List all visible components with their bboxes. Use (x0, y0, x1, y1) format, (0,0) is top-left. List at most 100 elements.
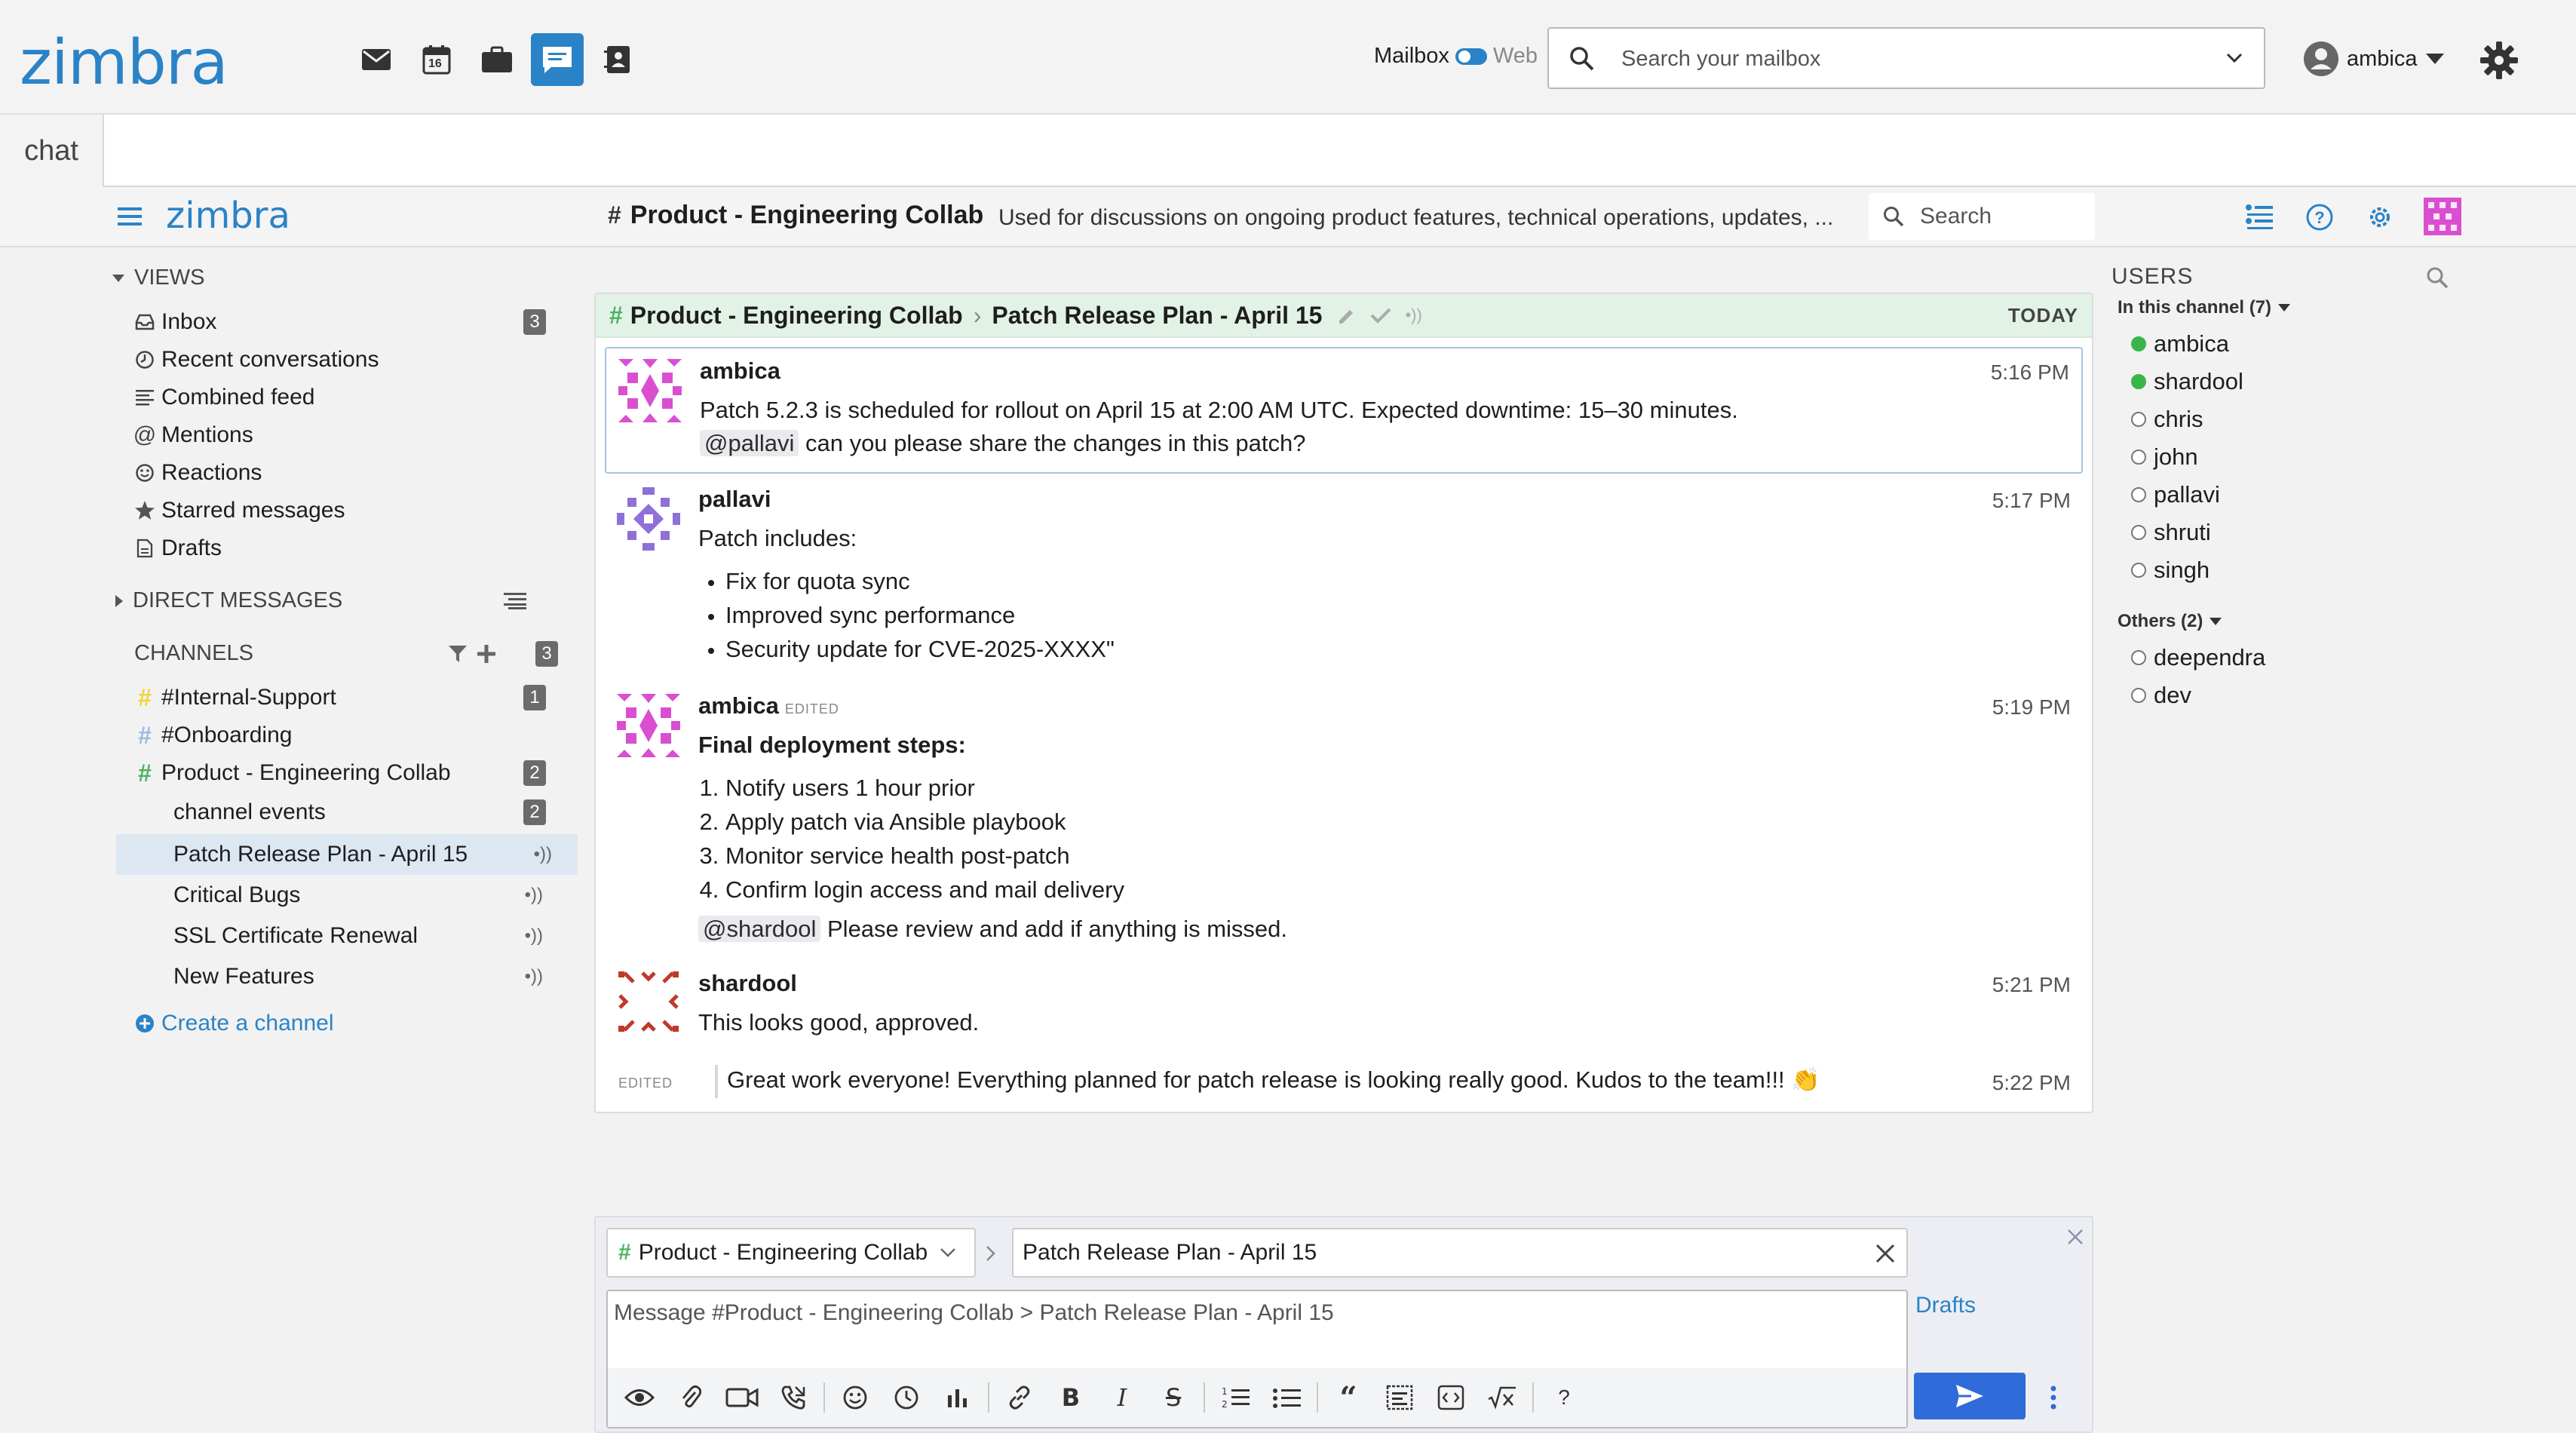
message-post[interactable]: EDITED Great work everyone! Everything p… (605, 1056, 2083, 1106)
post-author[interactable]: shardool (698, 970, 797, 997)
edit-pencil-icon[interactable] (1337, 305, 1357, 325)
chat-logo[interactable]: zimbra (166, 195, 290, 237)
video-call-icon[interactable] (716, 1375, 768, 1420)
sidebar-item-drafts[interactable]: Drafts (131, 529, 569, 567)
sidebar-item-mentions[interactable]: @ Mentions (131, 416, 569, 454)
sidebar-thread-ssl-certificate-renewal[interactable]: SSL Certificate Renewal •)) (131, 917, 569, 955)
math-formula-icon[interactable] (1477, 1375, 1528, 1420)
settings-gear-icon[interactable] (2479, 41, 2519, 80)
formatting-help-icon[interactable]: ? (1538, 1375, 1590, 1420)
hamburger-menu-icon[interactable] (118, 207, 142, 226)
user-menu[interactable]: ambica (2303, 41, 2445, 77)
poll-chart-icon[interactable] (932, 1375, 983, 1420)
post-time[interactable]: 5:19 PM (1992, 695, 2071, 720)
sidebar-thread-critical-bugs[interactable]: Critical Bugs •)) (131, 876, 569, 914)
audio-call-icon[interactable] (768, 1375, 819, 1420)
sidebar-thread-channel-events[interactable]: channel events 2 (131, 793, 569, 831)
filter-icon[interactable] (448, 644, 468, 664)
send-button[interactable] (1914, 1373, 2026, 1419)
direct-messages-section-toggle[interactable]: DIRECT MESSAGES (115, 588, 342, 613)
in-channel-group-toggle[interactable]: In this channel (7) (2118, 297, 2291, 318)
chat-settings-icon[interactable] (2365, 202, 2395, 232)
calendar-app-icon[interactable]: 16 (410, 33, 463, 86)
mail-app-icon[interactable] (350, 33, 403, 86)
search-users-icon[interactable] (2425, 265, 2449, 290)
numbered-list-icon[interactable]: 12 (1210, 1375, 1261, 1420)
mailbox-search[interactable] (1547, 27, 2265, 89)
user-list-item[interactable]: deependra (2131, 644, 2265, 671)
chat-app-icon[interactable] (531, 33, 584, 86)
post-author[interactable]: ambica (698, 692, 779, 719)
user-list-item[interactable]: singh (2131, 557, 2210, 584)
bullet-list-icon[interactable] (1261, 1375, 1312, 1420)
channel-title[interactable]: # Product - Engineering Collab (608, 201, 983, 230)
clear-thread-icon[interactable] (1875, 1243, 1896, 1264)
post-time[interactable]: 5:22 PM (1992, 1071, 2071, 1095)
briefcase-app-icon[interactable] (471, 33, 523, 86)
sidebar-item-reactions[interactable]: Reactions (131, 454, 569, 492)
message-post[interactable]: ambica EDITED 5:19 PM Final deployment st… (605, 685, 2083, 956)
post-author[interactable]: pallavi (698, 486, 771, 513)
sidebar-channel-onboarding[interactable]: # #Onboarding (131, 716, 569, 754)
others-group-toggle[interactable]: Others (2) (2118, 611, 2222, 632)
chat-search-input[interactable] (1920, 202, 2086, 231)
post-time[interactable]: 5:16 PM (1991, 361, 2069, 385)
user-list-item[interactable]: ambica (2131, 330, 2229, 357)
user-list-item[interactable]: chris (2131, 406, 2203, 433)
strikethrough-icon[interactable]: S (1148, 1375, 1199, 1420)
mailbox-search-input[interactable] (1621, 42, 2194, 75)
sidebar-thread-new-features[interactable]: New Features •)) (131, 958, 569, 996)
sidebar-item-starred-messages[interactable]: Starred messages (131, 492, 569, 529)
chat-search[interactable] (1869, 193, 2095, 240)
close-composer-icon[interactable] (2066, 1228, 2084, 1246)
user-list-item[interactable]: dev (2131, 682, 2191, 709)
post-time[interactable]: 5:17 PM (1992, 489, 2071, 513)
message-input[interactable] (614, 1300, 1896, 1346)
views-section-toggle[interactable]: VIEWS (112, 265, 204, 290)
user-list-item[interactable]: shardool (2131, 368, 2243, 395)
sidebar-thread-patch-release-plan[interactable]: Patch Release Plan - April 15 •)) (116, 834, 578, 875)
user-list-item[interactable]: pallavi (2131, 481, 2220, 508)
inline-code-icon[interactable] (1425, 1375, 1477, 1420)
message-post[interactable]: shardool 5:21 PM This looks good, approv… (605, 962, 2083, 1051)
contacts-app-icon[interactable] (591, 33, 644, 86)
dm-list-icon[interactable] (504, 591, 526, 609)
drafts-link[interactable]: Drafts (1915, 1293, 1976, 1318)
code-block-icon[interactable] (1374, 1375, 1425, 1420)
sidebar-channel-internal-support[interactable]: # #Internal-Support 1 (131, 679, 569, 716)
zimbra-logo[interactable]: zimbra (20, 27, 228, 99)
thread-channel-name[interactable]: Product - Engineering Collab (630, 302, 963, 330)
user-list-item[interactable]: john (2131, 443, 2198, 471)
message-post[interactable]: ambica 5:16 PM Patch 5.2.3 is scheduled … (605, 347, 2083, 474)
mailbox-web-toggle[interactable]: Mailbox Web (1374, 44, 1538, 69)
toggle-switch[interactable] (1455, 48, 1487, 65)
message-input-box[interactable]: B I S 12 “ ? (606, 1290, 1908, 1428)
follow-thread-icon[interactable]: •)) (1405, 305, 1421, 325)
post-time[interactable]: 5:21 PM (1992, 973, 2071, 997)
my-avatar-icon[interactable] (2424, 198, 2461, 235)
chevron-down-icon[interactable] (2226, 53, 2243, 63)
add-channel-icon[interactable] (477, 644, 496, 664)
italic-icon[interactable]: I (1096, 1375, 1148, 1420)
schedule-clock-icon[interactable] (881, 1375, 932, 1420)
bold-icon[interactable]: B (1045, 1375, 1096, 1420)
help-icon[interactable]: ? (2305, 202, 2335, 232)
mention-tag[interactable]: @pallavi (700, 430, 799, 456)
post-author[interactable]: ambica (700, 357, 780, 385)
create-channel-link[interactable]: Create a channel (131, 1005, 569, 1042)
message-post[interactable]: pallavi 5:17 PM Patch includes: Fix for … (605, 478, 2083, 680)
more-options-icon[interactable] (2050, 1385, 2057, 1410)
attachment-icon[interactable] (665, 1375, 716, 1420)
sidebar-item-recent-conversations[interactable]: Recent conversations (131, 341, 569, 379)
link-icon[interactable] (994, 1375, 1045, 1420)
emoji-icon[interactable] (830, 1375, 881, 1420)
user-list-item[interactable]: shruti (2131, 519, 2211, 546)
quote-icon[interactable]: “ (1323, 1375, 1374, 1420)
composer-channel-select[interactable]: # Product - Engineering Collab (606, 1228, 976, 1278)
mention-tag[interactable]: @shardool (698, 916, 821, 942)
sidebar-item-combined-feed[interactable]: Combined feed (131, 379, 569, 416)
composer-thread-field[interactable]: Patch Release Plan - April 15 (1012, 1228, 1908, 1278)
sidebar-item-inbox[interactable]: Inbox 3 (131, 303, 569, 341)
tab-chat[interactable]: chat (0, 115, 104, 187)
thread-list-icon[interactable] (2244, 202, 2274, 232)
